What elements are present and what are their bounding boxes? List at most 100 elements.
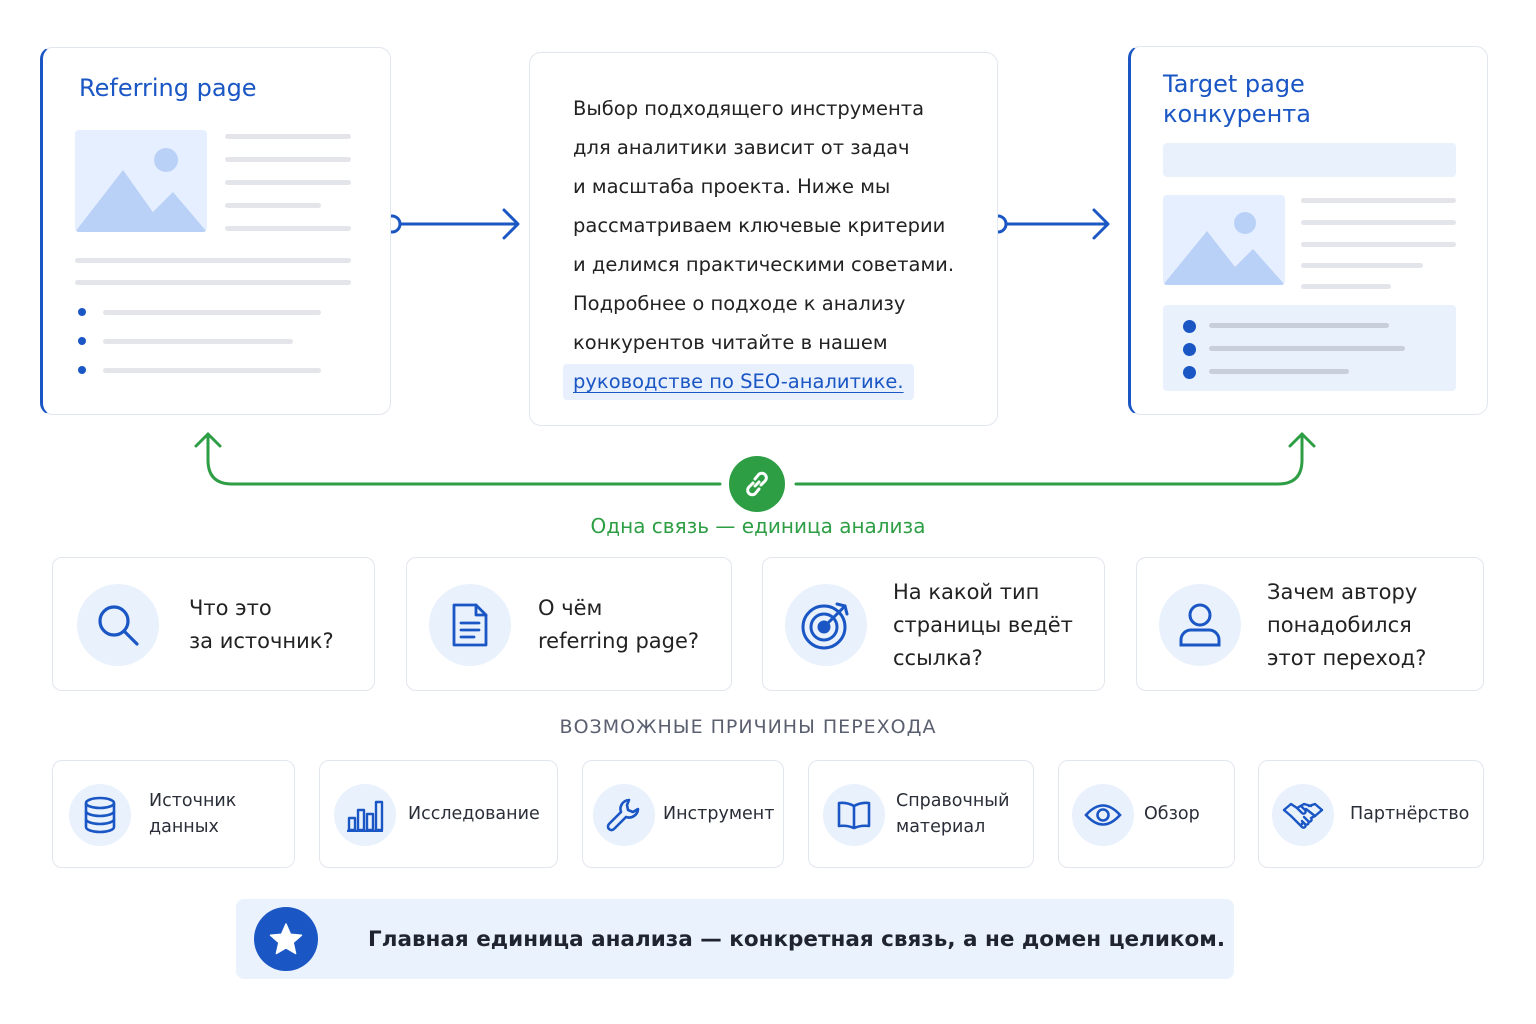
text-line	[1301, 263, 1423, 268]
reason-line: данных	[149, 817, 219, 837]
text-line	[103, 368, 321, 373]
handshake-icon	[1272, 784, 1334, 846]
question-line: этот переход?	[1267, 646, 1427, 670]
image-placeholder	[1163, 195, 1285, 285]
question-card-target-type: На какой тип страницы ведёт ссылка?	[762, 557, 1105, 691]
bullet	[78, 337, 86, 345]
text-line: для аналитики зависит от задач	[573, 136, 910, 159]
image-icon	[75, 148, 207, 232]
reason-line: Инструмент	[663, 804, 775, 824]
reason-line: Источник	[149, 791, 237, 811]
key-takeaway-banner: Главная единица анализа — конкретная свя…	[236, 899, 1234, 979]
target-title-line: конкурента	[1163, 100, 1311, 128]
question-line: О чём	[538, 596, 603, 620]
target-icon	[785, 584, 867, 666]
question-text: Что это за источник?	[189, 592, 334, 658]
question-text: О чём referring page?	[538, 592, 699, 658]
referring-page-title: Referring page	[79, 74, 257, 102]
text-line	[225, 180, 351, 185]
reason-line: материал	[896, 817, 986, 837]
reason-card-reference: Справочный материал	[808, 760, 1034, 868]
text-line	[225, 203, 321, 208]
text-line	[1209, 323, 1389, 328]
check-icon	[1183, 343, 1196, 356]
target-page-title: Target page конкурента	[1163, 69, 1311, 129]
reason-label: Источник данных	[149, 788, 236, 840]
text-line: Подробнее о подходе к анализу	[573, 292, 906, 315]
reason-label: Обзор	[1144, 801, 1200, 827]
text-line	[225, 157, 351, 162]
star-icon	[254, 907, 318, 971]
bullet	[78, 308, 86, 316]
banner-text: Главная единица анализа — конкретная свя…	[368, 927, 1225, 952]
check-icon	[1183, 320, 1196, 333]
question-line: На какой тип	[893, 580, 1040, 604]
link-icon	[729, 456, 785, 512]
reason-label: Исследование	[408, 801, 540, 827]
header-bar	[1163, 143, 1456, 177]
question-line: ссылка?	[893, 646, 983, 670]
checklist-box	[1163, 305, 1456, 391]
arrow-text-to-target	[988, 208, 1110, 240]
user-icon	[1159, 584, 1241, 666]
text-line: Выбор подходящего инструмента	[573, 97, 925, 120]
book-icon	[823, 784, 885, 846]
article-text-card: Выбор подходящего инструмента для аналит…	[529, 52, 998, 426]
image-icon	[1163, 212, 1285, 285]
question-card-source: Что это за источник?	[52, 557, 375, 691]
target-title-line: Target page	[1163, 70, 1305, 98]
reason-card-tool: Инструмент	[582, 760, 784, 868]
text-line	[103, 339, 293, 344]
document-icon	[429, 584, 511, 666]
reason-card-partnership: Партнёрство	[1258, 760, 1484, 868]
question-text: На какой тип страницы ведёт ссылка?	[893, 576, 1073, 675]
reason-card-research: Исследование	[319, 760, 558, 868]
eye-icon	[1072, 784, 1134, 846]
text-line	[1301, 284, 1391, 289]
question-text: Зачем автору понадобился этот переход?	[1267, 576, 1426, 675]
text-line	[1209, 369, 1349, 374]
target-page-card: Target page конкурента	[1128, 46, 1488, 415]
reason-line: Обзор	[1144, 804, 1200, 824]
text-line	[103, 310, 321, 315]
reason-card-review: Обзор	[1058, 760, 1235, 868]
article-text: Выбор подходящего инструмента для аналит…	[563, 89, 983, 401]
reason-line: Исследование	[408, 804, 540, 824]
connection-caption: Одна связь — единица анализа	[590, 514, 926, 538]
text-line	[225, 134, 351, 139]
wrench-icon	[593, 784, 655, 846]
text-line	[1301, 198, 1456, 203]
text-line: и делимся практическими советами.	[573, 253, 955, 276]
question-line: за источник?	[189, 629, 334, 653]
question-line: Что это	[189, 596, 272, 620]
reason-line: Партнёрство	[1350, 804, 1470, 824]
reason-label: Партнёрство	[1350, 801, 1469, 827]
question-card-topic: О чём referring page?	[406, 557, 732, 691]
text-line: конкурентов читайте в нашем	[573, 331, 888, 354]
bar-chart-icon	[334, 784, 396, 846]
reason-line: Справочный	[896, 791, 1010, 811]
question-line: Зачем автору	[1267, 580, 1418, 604]
bullet	[78, 366, 86, 374]
question-card-author-reason: Зачем автору понадобился этот переход?	[1136, 557, 1484, 691]
question-line: referring page?	[538, 629, 700, 653]
text-line: и масштаба проекта. Ниже мы	[573, 175, 891, 198]
text-line	[225, 226, 351, 231]
text-line	[75, 258, 351, 263]
text-line	[1209, 346, 1405, 351]
seo-guide-link[interactable]: руководстве по SEO-аналитике.	[563, 364, 914, 400]
text-line	[1301, 242, 1456, 247]
image-placeholder	[75, 130, 207, 232]
question-line: понадобился	[1267, 613, 1412, 637]
arrow-referring-to-text	[382, 208, 520, 240]
database-icon	[69, 784, 131, 846]
reason-card-data-source: Источник данных	[52, 760, 295, 868]
referring-page-card: Referring page	[40, 47, 391, 415]
reasons-section-title: ВОЗМОЖНЫЕ ПРИЧИНЫ ПЕРЕХОДА	[559, 716, 937, 738]
text-line	[1301, 220, 1456, 225]
question-line: страницы ведёт	[893, 613, 1073, 637]
reason-label: Инструмент	[663, 801, 774, 827]
reason-label: Справочный материал	[896, 788, 1010, 840]
check-icon	[1183, 366, 1196, 379]
search-icon	[77, 584, 159, 666]
